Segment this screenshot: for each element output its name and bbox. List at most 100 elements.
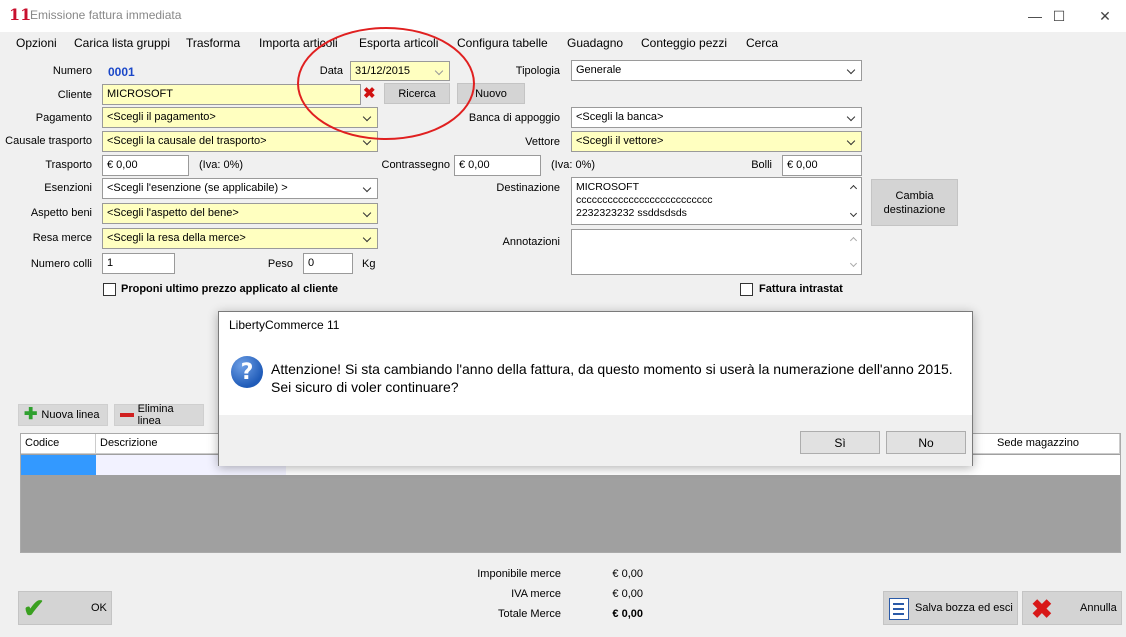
aspetto-value: <Scegli l'aspetto del bene> xyxy=(107,207,239,219)
dialog-message-line-1: Attenzione! Si sta cambiando l'anno dell… xyxy=(271,361,953,377)
bolli-value: € 0,00 xyxy=(787,159,818,171)
yes-button[interactable]: Sì xyxy=(800,431,880,454)
intrastat-label: Fattura intrastat xyxy=(759,283,843,295)
vettore-label: Vettore xyxy=(525,136,560,148)
imponibile-label: Imponibile merce xyxy=(477,568,561,580)
cambia-destinazione-button[interactable]: Cambia destinazione xyxy=(871,179,958,226)
trasporto-iva: (Iva: 0%) xyxy=(199,159,244,171)
menu-cerca[interactable]: Cerca xyxy=(746,36,778,50)
menu-opzioni[interactable]: Opzioni xyxy=(16,36,57,50)
peso-unit: Kg xyxy=(362,258,376,270)
destinazione-textarea[interactable]: MICROSOFT cccccccccccccccccccccccccc 223… xyxy=(571,177,862,225)
window-title: Emissione fattura immediata xyxy=(30,8,182,22)
trasporto-value: € 0,00 xyxy=(107,159,138,171)
destinazione-line-2: cccccccccccccccccccccccccc xyxy=(576,194,713,206)
totale-label: Totale Merce xyxy=(498,608,561,620)
resa-value: <Scegli la resa della merce> xyxy=(107,232,246,244)
esenzioni-value: <Scegli l'esenzione (se applicabile) > xyxy=(107,182,288,194)
trasporto-field[interactable]: € 0,00 xyxy=(102,155,189,176)
nuova-linea-label: Nuova linea xyxy=(41,409,100,421)
aspetto-select[interactable]: <Scegli l'aspetto del bene> xyxy=(102,203,378,224)
causale-value: <Scegli la causale del trasporto> xyxy=(107,135,267,147)
bolli-label: Bolli xyxy=(751,159,772,171)
title-bar: 11 Emissione fattura immediata — ☐ ✕ xyxy=(0,0,1126,32)
resa-label: Resa merce xyxy=(32,232,92,244)
elimina-linea-label: Elimina linea xyxy=(137,403,174,427)
menu-bar: Opzioni Carica lista gruppi Trasforma Im… xyxy=(0,32,1126,54)
elimina-linea-button[interactable]: Elimina linea xyxy=(114,403,204,427)
peso-value: 0 xyxy=(308,257,315,269)
proponi-checkbox[interactable] xyxy=(103,283,116,296)
salva-bozza-button[interactable]: Salva bozza ed esci xyxy=(883,591,1018,625)
confirm-dialog: LibertyCommerce 11 ? Attenzione! Si sta … xyxy=(218,311,973,466)
totale-value: € 0,00 xyxy=(612,608,643,620)
plus-icon: ✚ xyxy=(24,406,38,423)
annulla-button[interactable]: ✖ Annulla xyxy=(1022,591,1122,625)
annotazioni-scroll-up-icon[interactable] xyxy=(849,236,858,245)
ok-button[interactable]: ✔ OK xyxy=(18,591,112,625)
menu-conteggio-pezzi[interactable]: Conteggio pezzi xyxy=(641,36,727,50)
contrassegno-iva: (Iva: 0%) xyxy=(551,159,596,171)
cliente-label: Cliente xyxy=(57,89,92,101)
dialog-message-line-2: Sei sicuro di voler continuare? xyxy=(271,379,459,395)
colli-label: Numero colli xyxy=(30,258,92,270)
destinazione-line-1: MICROSOFT xyxy=(576,181,639,193)
close-button[interactable]: ✕ xyxy=(1082,0,1126,32)
menu-guadagno[interactable]: Guadagno xyxy=(567,36,623,50)
contrassegno-value: € 0,00 xyxy=(459,159,490,171)
save-draft-icon xyxy=(889,598,909,620)
banca-select[interactable]: <Scegli la banca> xyxy=(571,107,862,128)
bolli-field[interactable]: € 0,00 xyxy=(782,155,862,176)
causale-label: Causale trasporto xyxy=(5,135,92,147)
selected-cell[interactable] xyxy=(21,455,96,475)
peso-label: Peso xyxy=(267,258,293,270)
salva-bozza-label: Salva bozza ed esci xyxy=(915,602,1013,614)
trasporto-label: Trasporto xyxy=(45,159,92,171)
resa-select[interactable]: <Scegli la resa della merce> xyxy=(102,228,378,249)
menu-configura-tabelle[interactable]: Configura tabelle xyxy=(457,36,548,50)
aspetto-label: Aspetto beni xyxy=(30,207,92,219)
pagamento-label: Pagamento xyxy=(35,112,92,124)
annulla-label: Annulla xyxy=(1080,602,1117,614)
ok-label: OK xyxy=(91,602,107,614)
menu-trasforma[interactable]: Trasforma xyxy=(186,36,240,50)
dialog-title: LibertyCommerce 11 xyxy=(229,318,340,332)
cliente-value: MICROSOFT xyxy=(107,88,173,100)
nuova-linea-button[interactable]: ✚ Nuova linea xyxy=(18,404,108,426)
iva-value: € 0,00 xyxy=(612,588,643,600)
esenzioni-label: Esenzioni xyxy=(44,182,92,194)
proponi-label: Proponi ultimo prezzo applicato al clien… xyxy=(121,283,338,295)
causale-select[interactable]: <Scegli la causale del trasporto> xyxy=(102,131,378,152)
checkmark-icon: ✔ xyxy=(23,593,45,623)
annotazioni-scroll-down-icon[interactable] xyxy=(849,259,858,268)
menu-carica-lista-gruppi[interactable]: Carica lista gruppi xyxy=(74,36,170,50)
contrassegno-field[interactable]: € 0,00 xyxy=(454,155,541,176)
iva-label: IVA merce xyxy=(511,588,561,600)
tipologia-select[interactable]: Generale xyxy=(571,60,862,81)
question-icon: ? xyxy=(231,356,263,388)
dialog-footer: Sì No xyxy=(219,415,972,466)
no-button[interactable]: No xyxy=(886,431,966,454)
vettore-select[interactable]: <Scegli il vettore> xyxy=(571,131,862,152)
colli-value: 1 xyxy=(107,257,114,269)
cancel-x-icon: ✖ xyxy=(1031,594,1053,624)
annotazioni-textarea[interactable] xyxy=(571,229,862,275)
column-codice[interactable]: Codice xyxy=(21,434,96,454)
column-sede-magazzino[interactable]: Sede magazzino xyxy=(993,434,1120,454)
annotazioni-label: Annotazioni xyxy=(502,236,561,248)
intrastat-checkbox[interactable] xyxy=(740,283,753,296)
colli-field[interactable]: 1 xyxy=(102,253,175,274)
tipologia-value: Generale xyxy=(576,64,622,76)
banca-value: <Scegli la banca> xyxy=(576,111,664,123)
app-logo-icon: 11 xyxy=(9,5,32,24)
numero-label: Numero xyxy=(52,65,92,77)
maximize-button[interactable]: ☐ xyxy=(1036,0,1082,32)
dialog-message: Attenzione! Si sta cambiando l'anno dell… xyxy=(271,360,953,396)
destinazione-line-3: 2232323232 ssddsdsds xyxy=(576,207,687,219)
esenzioni-select[interactable]: <Scegli l'esenzione (se applicabile) > xyxy=(102,178,378,199)
pagamento-value: <Scegli il pagamento> xyxy=(107,111,216,123)
peso-field[interactable]: 0 xyxy=(303,253,353,274)
annotation-circle xyxy=(297,27,475,140)
vettore-value: <Scegli il vettore> xyxy=(576,135,664,147)
imponibile-value: € 0,00 xyxy=(612,568,643,580)
